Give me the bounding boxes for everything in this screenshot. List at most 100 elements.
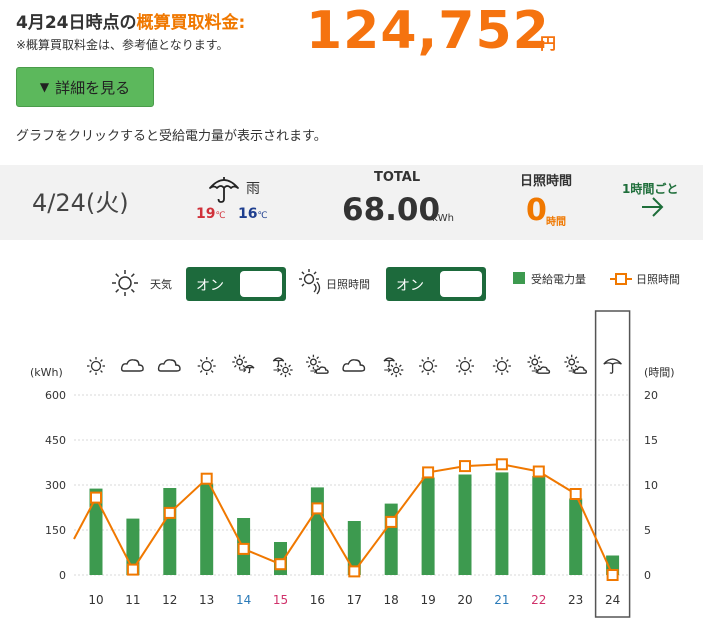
total-label: TOTAL xyxy=(374,170,421,185)
x-tick-label: 21 xyxy=(494,593,509,607)
sunshine-value: 0 xyxy=(526,193,547,228)
power-bar xyxy=(569,498,583,575)
umbrella-icon xyxy=(208,174,240,208)
sunshine-point xyxy=(348,565,361,578)
total-value: 68.00 xyxy=(342,192,441,228)
sun-then-cloud-icon xyxy=(564,354,587,374)
sun-icon xyxy=(419,357,438,375)
show-details-button[interactable]: ▼ 詳細を見る xyxy=(16,67,154,107)
x-tick-label: 11 xyxy=(125,593,140,607)
x-tick-label: 17 xyxy=(347,593,362,607)
power-bar xyxy=(532,476,546,575)
rain-icon xyxy=(603,358,622,374)
title-accent: 概算買取料金: xyxy=(136,13,246,33)
sun-icon xyxy=(110,268,140,302)
sunshine-point xyxy=(532,465,545,478)
sunshine-toggle-state: オン xyxy=(396,278,424,294)
weather-toggle-knob xyxy=(240,271,282,297)
sunshine-point xyxy=(237,542,250,555)
cloud-icon xyxy=(342,359,366,372)
summary-date: 4/24(火) xyxy=(32,189,129,217)
power-chart[interactable]: (kWh) 0 150 300 450 600 (時間) 0 5 10 15 20 10 11 12 13 14… xyxy=(0,300,703,621)
y-right-axis-label: (時間) xyxy=(644,366,675,379)
title-prefix: 4月24日時点の xyxy=(16,13,137,33)
x-tick-label: 18 xyxy=(384,593,399,607)
y-left-axis-label: (kWh) xyxy=(30,366,63,379)
power-bar xyxy=(458,474,472,575)
sunshine-point xyxy=(495,458,508,471)
page-title: 4月24日時点の概算買取料金: xyxy=(16,8,245,33)
amount-unit: 円 xyxy=(540,34,557,53)
sunshine-point xyxy=(385,515,398,528)
sunshine-point xyxy=(90,491,102,504)
arrow-right-icon[interactable] xyxy=(640,196,666,222)
y-right-tick-label: 15 xyxy=(644,434,658,447)
sunshine-point xyxy=(459,460,471,473)
legend-sunshine-label: 日照時間 xyxy=(636,273,680,286)
sunshine-point xyxy=(311,502,324,515)
sun-then-cloud-icon xyxy=(527,354,551,374)
y-left-tick-label: 150 xyxy=(45,524,66,537)
show-details-label: 詳細を見る xyxy=(55,78,131,97)
power-bar xyxy=(421,477,435,575)
sun-icon xyxy=(197,357,216,375)
power-bar xyxy=(495,472,509,575)
sun-then-rain-icon xyxy=(232,354,255,374)
temp-high-unit: ℃ xyxy=(215,211,226,221)
cloud-icon xyxy=(120,359,144,372)
sun-icon xyxy=(87,357,105,375)
power-bar xyxy=(200,483,214,575)
x-tick-label: 12 xyxy=(162,593,177,607)
cloud-icon xyxy=(157,359,181,372)
y-right-tick-label: 20 xyxy=(644,389,658,402)
legend-power-label: 受給電力量 xyxy=(531,273,586,286)
hourly-view-link[interactable]: 1時間ごと xyxy=(622,180,678,197)
sunshine-label: 日照時間 xyxy=(520,174,573,189)
weather-toggle-label: 天気 xyxy=(150,278,172,291)
sun-icon xyxy=(456,357,474,375)
power-bar xyxy=(310,487,324,575)
x-tick-label: 20 xyxy=(457,593,472,607)
x-tick-label: 13 xyxy=(199,593,214,607)
triangle-down-icon: ▼ xyxy=(39,80,50,94)
sunshine-point xyxy=(422,466,435,479)
weather-label: 雨 xyxy=(246,181,260,197)
graph-hint: グラフをクリックすると受給電力量が表示されます。 xyxy=(16,129,327,144)
sunshine-point xyxy=(569,488,582,500)
x-tick-label: 15 xyxy=(273,593,288,607)
y-right-tick-label: 0 xyxy=(644,569,651,582)
total-unit: kWh xyxy=(432,213,455,224)
sun-then-cloud-icon xyxy=(306,354,329,374)
sunshine-line xyxy=(73,463,614,576)
estimated-amount: 124,752 xyxy=(306,1,550,61)
legend-power-swatch xyxy=(513,272,525,284)
amount-note: ※概算買取料金は、参考値となります。 xyxy=(16,38,229,52)
sunshine-toggle[interactable]: オン xyxy=(386,267,486,301)
weather-toggle-state: オン xyxy=(196,278,224,294)
sun-icon xyxy=(492,357,511,375)
legend-sunshine-swatch xyxy=(610,271,632,290)
rain-then-sun-icon xyxy=(383,357,404,378)
y-right-tick-label: 5 xyxy=(644,524,651,537)
temp-low-value: 16 xyxy=(238,206,258,222)
x-tick-label: 14 xyxy=(236,593,251,607)
x-tick-label: 10 xyxy=(88,593,103,607)
temp-low: 16℃ xyxy=(238,206,268,222)
sunshine-toggle-knob xyxy=(440,271,482,297)
x-tick-label: 16 xyxy=(310,593,325,607)
temp-low-unit: ℃ xyxy=(257,211,268,221)
sunshine-point xyxy=(606,569,619,581)
sunshine-point xyxy=(200,472,213,485)
y-left-tick-label: 450 xyxy=(45,434,66,447)
x-tick-label: 22 xyxy=(531,593,546,607)
sunshine-toggle-label: 日照時間 xyxy=(326,278,370,291)
sunshine-unit: 時間 xyxy=(546,217,566,228)
power-bar xyxy=(163,488,177,575)
weather-toggle[interactable]: オン xyxy=(186,267,286,301)
rain-then-sun-icon xyxy=(272,357,293,378)
sunshine-point xyxy=(163,506,176,519)
x-tick-label: 24 xyxy=(605,593,620,607)
y-left-tick-label: 600 xyxy=(45,389,66,402)
sunshine-point xyxy=(274,558,287,571)
x-tick-label: 23 xyxy=(568,593,583,607)
